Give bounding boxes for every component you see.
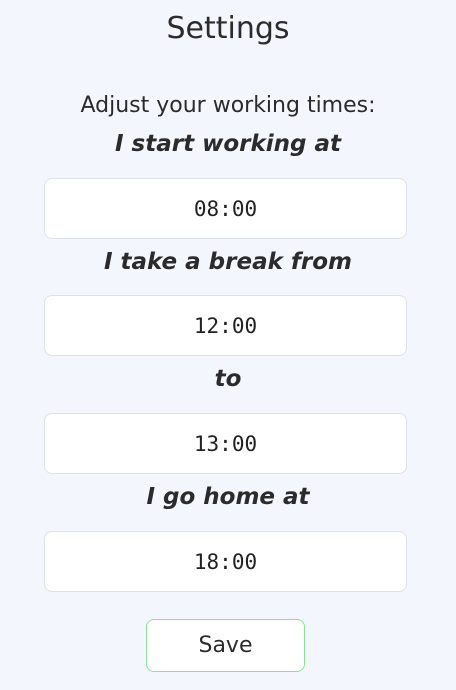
save-button[interactable]: Save: [146, 619, 305, 672]
end-time-label: I go home at: [146, 484, 310, 510]
end-time-input[interactable]: [44, 531, 407, 592]
start-time-input[interactable]: [44, 178, 407, 239]
page-title: Settings: [166, 11, 290, 46]
break-start-label: I take a break from: [103, 249, 353, 275]
break-end-input[interactable]: [44, 413, 407, 474]
break-start-input[interactable]: [44, 295, 407, 356]
break-end-label: to: [214, 366, 242, 392]
start-time-label: I start working at: [114, 131, 342, 157]
settings-intro: Adjust your working times:: [80, 93, 376, 118]
